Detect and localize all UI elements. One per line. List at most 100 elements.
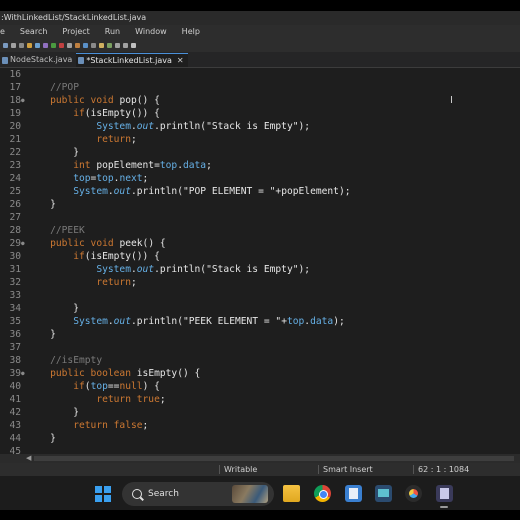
code-line[interactable]: 37 (0, 341, 520, 354)
tab-node-stack[interactable]: NodeStack.java (0, 53, 76, 67)
stop-icon[interactable] (59, 42, 64, 48)
code-line[interactable]: 20 System.out.println("Stack is Empty"); (0, 120, 520, 133)
close-tab-icon[interactable]: ✕ (177, 54, 184, 68)
status-writable: Writable (224, 465, 258, 474)
taskbar-search[interactable]: Search (122, 482, 274, 506)
code-line[interactable]: 19 if(isEmpty()) { (0, 107, 520, 120)
line-number: 38 (9, 355, 21, 366)
code-line[interactable]: 41 return true; (0, 393, 520, 406)
code-text: return false; (73, 420, 149, 431)
menu-run[interactable]: Run (105, 27, 120, 36)
code-line[interactable]: 42 } (0, 406, 520, 419)
code-line[interactable]: 28 //PEEK (0, 224, 520, 237)
scrollbar-thumb[interactable] (34, 456, 514, 461)
code-line[interactable]: 24 top=top.next; (0, 172, 520, 185)
code-line[interactable]: 21 return; (0, 133, 520, 146)
code-line[interactable]: 22 } (0, 146, 520, 159)
code-text: if(top==null) { (73, 381, 160, 392)
code-line[interactable]: 38 //isEmpty (0, 354, 520, 367)
new-icon[interactable] (3, 42, 8, 48)
code-line[interactable]: 26 } (0, 198, 520, 211)
code-line[interactable]: 29 ● public void peek() { (0, 237, 520, 250)
code-editor[interactable]: I 16 17 //POP 18 ● public void pop() {19 if… (0, 68, 520, 454)
code-text: System.out.println("POP ELEMENT = "+popE… (73, 186, 351, 197)
code-text: return; (96, 277, 137, 288)
line-number: 26 (9, 199, 21, 210)
code-line[interactable]: 17 //POP (0, 81, 520, 94)
code-line[interactable]: 31 System.out.println("Stack is Empty"); (0, 263, 520, 276)
code-line[interactable]: 23 int popElement=top.data; (0, 159, 520, 172)
tab-stack-linked-list[interactable]: *StackLinkedList.java ✕ (76, 53, 188, 68)
run-icon[interactable] (51, 42, 56, 48)
code-line[interactable]: 43 return false; (0, 419, 520, 432)
menu-edit[interactable]: e (0, 27, 5, 36)
line-number: 35 (9, 316, 21, 327)
screen-bottom-border (0, 510, 520, 520)
search-tool-icon[interactable] (99, 42, 104, 48)
eclipse-icon[interactable] (436, 485, 453, 502)
folder-icon[interactable] (27, 42, 32, 48)
line-number: 19 (9, 108, 21, 119)
code-line[interactable]: 36 } (0, 328, 520, 341)
back-icon[interactable] (115, 42, 120, 48)
code-line[interactable]: 27 (0, 211, 520, 224)
code-text: } (27, 433, 56, 444)
code-text: top=top.next; (73, 173, 149, 184)
edit-icon[interactable] (35, 42, 40, 48)
file-explorer-icon[interactable] (283, 485, 300, 502)
menu-project[interactable]: Project (62, 27, 89, 36)
davinci-resolve-icon[interactable] (405, 485, 422, 502)
screen-top-border (0, 0, 520, 11)
save-icon[interactable] (11, 42, 16, 48)
print-icon[interactable] (19, 42, 24, 48)
code-line[interactable]: 39 ● public boolean isEmpty() { (0, 367, 520, 380)
status-bar: Writable Smart Insert 62 : 1 : 1084 (0, 463, 520, 476)
tab-label: NodeStack.java (10, 55, 73, 64)
scroll-left-icon[interactable]: ◀ (26, 454, 31, 463)
whiteboard-icon[interactable] (375, 485, 392, 502)
code-line[interactable]: 45 (0, 445, 520, 454)
open-type-icon[interactable] (91, 42, 96, 48)
chrome-icon[interactable] (314, 485, 331, 502)
code-line[interactable]: 40 if(top==null) { (0, 380, 520, 393)
menu-help[interactable]: Help (182, 27, 200, 36)
code-line[interactable]: 25 System.out.println("POP ELEMENT = "+p… (0, 185, 520, 198)
menu-search[interactable]: Search (20, 27, 47, 36)
debug-icon[interactable] (43, 42, 48, 48)
code-text: //POP (50, 82, 79, 93)
line-number: 17 (9, 82, 21, 93)
code-line[interactable]: 30 if(isEmpty()) { (0, 250, 520, 263)
code-line[interactable]: 18 ● public void pop() { (0, 94, 520, 107)
line-number: 20 (9, 121, 21, 132)
pin-icon[interactable] (131, 42, 136, 48)
horizontal-scrollbar[interactable]: ◀ (0, 454, 520, 463)
code-line[interactable]: 16 (0, 68, 520, 81)
notepad-icon[interactable] (345, 485, 362, 502)
code-text: if(isEmpty()) { (73, 251, 160, 262)
code-text: public boolean isEmpty() { (50, 368, 201, 379)
code-line[interactable]: 44 } (0, 432, 520, 445)
menu-window[interactable]: Window (135, 27, 167, 36)
line-number: 33 (9, 290, 21, 301)
annotation-icon[interactable] (107, 42, 112, 48)
code-text: System.out.println("PEEK ELEMENT = "+top… (73, 316, 345, 327)
line-number: 22 (9, 147, 21, 158)
code-line[interactable]: 34 } (0, 302, 520, 315)
code-line[interactable]: 33 (0, 289, 520, 302)
editor-tab-bar: NodeStack.java *StackLinkedList.java ✕ (0, 52, 520, 68)
code-text: return true; (96, 394, 166, 405)
line-number: 27 (9, 212, 21, 223)
code-line[interactable]: 35 System.out.println("PEEK ELEMENT = "+… (0, 315, 520, 328)
line-number: 29 (9, 238, 21, 249)
code-text: } (27, 303, 79, 314)
external-tools-icon[interactable] (67, 42, 72, 48)
search-icon (132, 489, 142, 499)
new-package-icon[interactable] (75, 42, 80, 48)
line-number: 37 (9, 342, 21, 353)
search-label: Search (148, 489, 179, 499)
start-icon[interactable] (95, 486, 111, 502)
code-line[interactable]: 32 return; (0, 276, 520, 289)
new-class-icon[interactable] (83, 42, 88, 48)
forward-icon[interactable] (123, 42, 128, 48)
search-highlight-image (232, 485, 268, 503)
